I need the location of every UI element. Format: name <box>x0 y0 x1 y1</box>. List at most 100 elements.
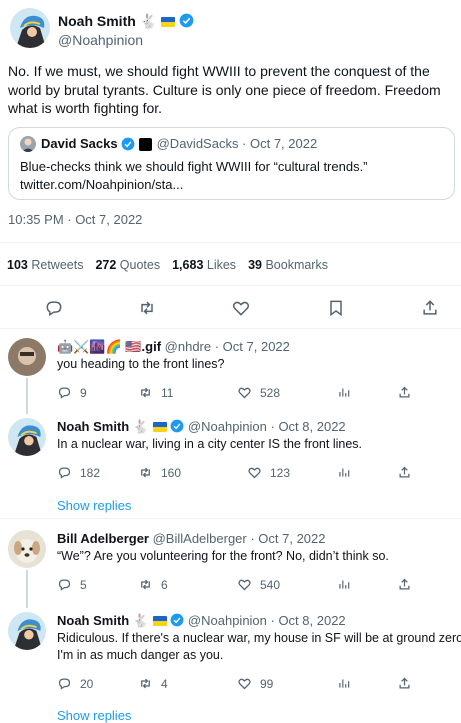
retweet-icon[interactable] <box>137 298 157 318</box>
reply-handle-date[interactable]: @BillAdelberger · Oct 7, 2022 <box>153 531 326 546</box>
analytics-icon[interactable] <box>337 385 351 399</box>
reply-author-name[interactable]: Noah Smith <box>57 613 129 628</box>
thread-line <box>26 570 28 608</box>
divider <box>0 285 461 286</box>
quotes-count[interactable]: 272 <box>95 258 116 272</box>
quote-text: Blue-checks think we should fight WWIII … <box>20 159 368 174</box>
affiliate-badge-icon <box>138 137 152 151</box>
rabbit-icon: 🐇 <box>132 613 150 628</box>
like-icon[interactable] <box>237 385 252 400</box>
reply-action-bar: 9 11 528 <box>57 385 457 403</box>
ukraine-flag-icon <box>152 422 167 432</box>
bookmarks-count[interactable]: 39 <box>248 258 262 272</box>
like-count: 528 <box>260 385 281 400</box>
retweet-count: 11 <box>161 385 174 400</box>
quotes-label[interactable]: Quotes <box>120 258 160 272</box>
reply-text-line2: I'm in as much danger as you. <box>57 648 224 662</box>
bookmark-icon[interactable] <box>326 298 346 318</box>
reply-avatar[interactable] <box>8 612 46 650</box>
reply-action-bar: 20 4 99 <box>57 676 457 694</box>
likes-label[interactable]: Likes <box>207 258 236 272</box>
reply-avatar[interactable] <box>8 418 46 456</box>
share-icon[interactable] <box>397 676 412 691</box>
quote-author-name: David Sacks <box>41 136 118 151</box>
rabbit-icon: 🐇 <box>132 419 150 434</box>
quote-author-avatar <box>20 136 36 152</box>
reply-handle-date[interactable]: @Noahpinion · Oct 8, 2022 <box>188 613 346 628</box>
reply-tweet[interactable]: Noah Smith 🐇 @Noahpinion · Oct 8, 2022 I… <box>0 418 461 513</box>
reply-author-name[interactable]: Noah Smith <box>57 419 129 434</box>
main-action-bar <box>0 292 461 326</box>
verified-badge-icon <box>179 13 194 28</box>
tweet-timestamp[interactable]: 10:35 PM · Oct 7, 2022 <box>8 212 142 227</box>
ukraine-flag-icon <box>161 17 175 27</box>
show-replies-link[interactable]: Show replies <box>57 708 131 723</box>
analytics-icon[interactable] <box>337 676 351 690</box>
reply-author-name[interactable]: 🤖⚔️🌆🌈 🇺🇸.gif <box>57 339 161 354</box>
retweet-icon[interactable] <box>138 465 153 480</box>
retweet-icon[interactable] <box>138 385 153 400</box>
reply-text: Ridiculous. If there's a nuclear war, my… <box>57 631 461 645</box>
reply-count: 20 <box>80 676 94 691</box>
like-count: 99 <box>260 676 274 691</box>
reply-handle-date[interactable]: @Noahpinion · Oct 8, 2022 <box>188 419 346 434</box>
quote-link[interactable]: twitter.com/Noahpinion/sta... <box>20 176 443 194</box>
reply-text: you heading to the front lines? <box>57 357 225 371</box>
reply-icon[interactable] <box>57 577 72 592</box>
like-count: 540 <box>260 577 281 592</box>
show-replies-link[interactable]: Show replies <box>57 498 131 513</box>
author-avatar[interactable] <box>10 8 50 48</box>
thread-line <box>26 378 28 414</box>
reply-tweet[interactable]: Noah Smith 🐇 @Noahpinion · Oct 8, 2022 R… <box>0 612 461 723</box>
retweets-label[interactable]: Retweets <box>31 258 83 272</box>
reply-count: 5 <box>80 577 87 592</box>
divider <box>0 242 461 243</box>
reply-tweet[interactable]: 🤖⚔️🌆🌈 🇺🇸.gif @nhdre · Oct 7, 2022 you he… <box>0 338 461 408</box>
analytics-icon[interactable] <box>337 577 351 591</box>
reply-action-bar: 5 6 540 <box>57 577 457 595</box>
likes-count[interactable]: 1,683 <box>172 258 203 272</box>
author-handle[interactable]: @Noahpinion <box>58 31 194 50</box>
retweet-icon[interactable] <box>138 577 153 592</box>
reply-count: 182 <box>80 465 101 480</box>
ukraine-flag-icon <box>152 616 167 626</box>
like-icon[interactable] <box>247 465 262 480</box>
reply-action-bar: 182 160 123 <box>57 465 457 483</box>
share-icon[interactable] <box>397 465 412 480</box>
reply-avatar[interactable] <box>8 530 46 568</box>
retweet-count: 6 <box>161 577 168 592</box>
retweet-count: 160 <box>161 465 182 480</box>
share-icon[interactable] <box>397 577 412 592</box>
reply-author-name[interactable]: Bill Adelberger <box>57 531 149 546</box>
share-icon[interactable] <box>420 298 440 318</box>
like-icon[interactable] <box>237 676 252 691</box>
quoted-tweet[interactable]: David Sacks @DavidSacks · Oct 7, 2022 Bl… <box>8 127 455 200</box>
reply-count: 9 <box>80 385 87 400</box>
main-tweet-header: Noah Smith 🐇 @Noahpinion <box>10 6 450 56</box>
verified-badge-icon <box>170 419 184 433</box>
like-count: 123 <box>270 465 291 480</box>
quote-handle-date: @DavidSacks · Oct 7, 2022 <box>156 136 318 151</box>
rabbit-icon: 🐇 <box>139 13 158 29</box>
like-icon[interactable] <box>231 298 251 318</box>
reply-icon[interactable] <box>44 298 64 318</box>
divider <box>0 328 461 329</box>
reply-tweet[interactable]: Bill Adelberger @BillAdelberger · Oct 7,… <box>0 530 461 600</box>
bookmarks-label[interactable]: Bookmarks <box>265 258 328 272</box>
retweets-count[interactable]: 103 <box>7 258 28 272</box>
divider <box>0 518 461 519</box>
author-name[interactable]: Noah Smith <box>58 13 136 29</box>
reply-text: “We”? Are you volunteering for the front… <box>57 549 389 563</box>
reply-avatar[interactable] <box>8 338 46 376</box>
reply-handle-date[interactable]: @nhdre · Oct 7, 2022 <box>165 339 290 354</box>
reply-icon[interactable] <box>57 385 72 400</box>
reply-icon[interactable] <box>57 465 72 480</box>
share-icon[interactable] <box>397 385 412 400</box>
reply-text: In a nuclear war, living in a city cente… <box>57 437 363 451</box>
like-icon[interactable] <box>237 577 252 592</box>
retweet-icon[interactable] <box>138 676 153 691</box>
analytics-icon[interactable] <box>337 465 351 479</box>
verified-badge-icon <box>121 137 135 151</box>
reply-icon[interactable] <box>57 676 72 691</box>
tweet-stats: 103 Retweets 272 Quotes 1,683 Likes 39 B… <box>7 258 340 272</box>
